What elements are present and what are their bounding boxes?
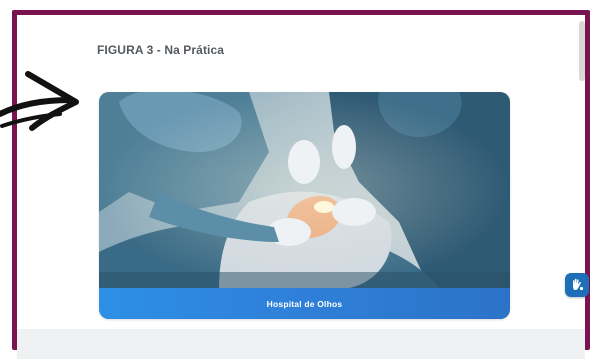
hand-sign-icon [573, 278, 584, 291]
figure-caption: Hospital de Olhos [266, 298, 343, 309]
figure-photo [99, 92, 510, 288]
footer-strip [17, 329, 585, 359]
page-frame: FIGURA 3 - Na Prática Hospital de Olhos [12, 10, 590, 359]
caption-bar: Hospital de Olhos [99, 288, 510, 319]
figure-title: FIGURA 3 - Na Prática [97, 43, 225, 57]
hand-drawn-arrow-icon [0, 71, 79, 131]
figure-card: Hospital de Olhos [99, 92, 510, 319]
scrollbar[interactable] [579, 21, 585, 81]
accessibility-button[interactable] [565, 273, 589, 297]
